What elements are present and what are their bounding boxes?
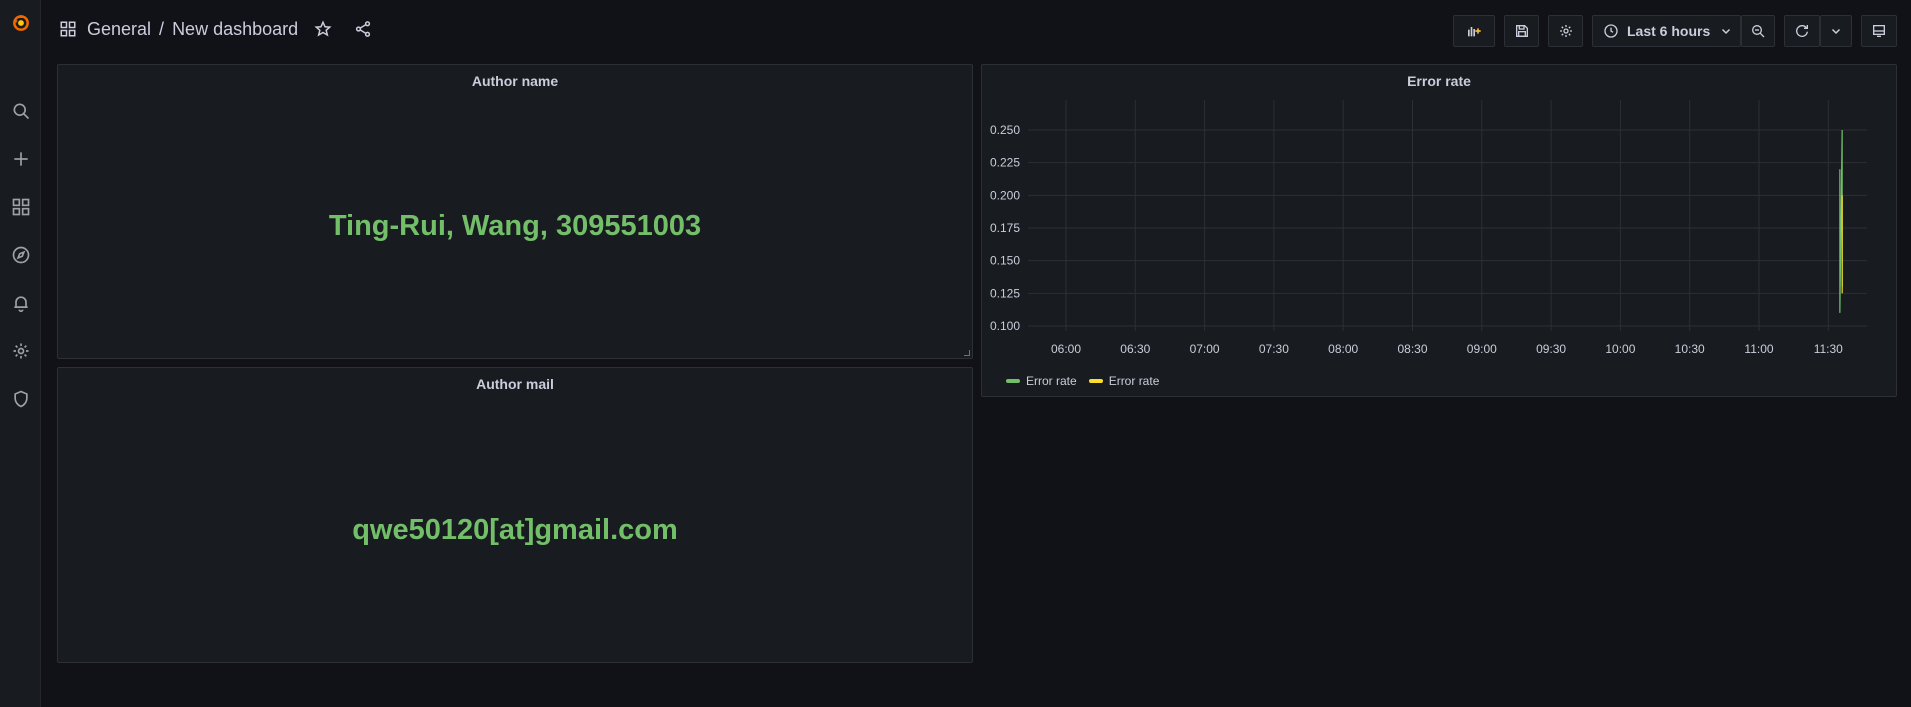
time-range-picker[interactable]: Last 6 hours — [1592, 15, 1741, 47]
legend-label: Error rate — [1026, 374, 1077, 388]
share-icon[interactable] — [352, 18, 374, 40]
x-tick-label: 06:30 — [1120, 342, 1150, 356]
panel-title[interactable]: Author name — [58, 73, 972, 89]
breadcrumb-folder[interactable]: General — [87, 19, 151, 40]
refresh-interval-dropdown[interactable] — [1820, 15, 1852, 47]
breadcrumb: General / New dashboard — [57, 18, 374, 40]
shield-icon[interactable] — [4, 382, 37, 415]
y-tick-label: 0.100 — [990, 319, 1020, 333]
time-range-label: Last 6 hours — [1627, 23, 1711, 39]
top-navbar: General / New dashboard Last 6 hours — [41, 0, 1911, 62]
dashboards-grid-icon — [57, 18, 79, 40]
y-tick-label: 0.175 — [990, 221, 1020, 235]
x-tick-label: 09:30 — [1536, 342, 1566, 356]
y-tick-label: 0.150 — [990, 254, 1020, 268]
x-tick-label: 06:00 — [1051, 342, 1081, 356]
sidebar — [0, 0, 41, 707]
legend-swatch — [1088, 379, 1103, 383]
breadcrumb-separator: / — [159, 18, 165, 39]
add-panel-button[interactable] — [1453, 15, 1495, 47]
author-name-value: Ting-Rui, Wang, 309551003 — [328, 210, 702, 242]
chart-legend: Error rate Error rate — [1006, 374, 1159, 388]
plus-icon[interactable] — [4, 142, 37, 175]
zoom-out-button[interactable] — [1741, 15, 1775, 47]
y-tick-label: 0.200 — [990, 188, 1020, 202]
dashboards-icon[interactable] — [4, 190, 37, 223]
grafana-logo-icon[interactable] — [4, 6, 37, 39]
dashboard-settings-button[interactable] — [1548, 15, 1583, 47]
panel-title[interactable]: Author mail — [58, 376, 972, 392]
x-tick-label: 07:30 — [1259, 342, 1289, 356]
x-tick-label: 10:30 — [1675, 342, 1705, 356]
author-name-panel[interactable]: Author name Ting-Rui, Wang, 309551003 — [57, 64, 973, 359]
y-tick-label: 0.225 — [990, 156, 1020, 170]
x-tick-label: 11:00 — [1744, 342, 1773, 356]
save-dashboard-button[interactable] — [1504, 15, 1539, 47]
x-tick-label: 09:00 — [1467, 342, 1497, 356]
dashboard-title[interactable]: New dashboard — [172, 19, 298, 40]
legend-item[interactable]: Error rate — [1006, 374, 1077, 388]
legend-swatch — [1006, 379, 1020, 383]
x-tick-label: 10:00 — [1605, 342, 1635, 356]
search-icon[interactable] — [4, 94, 37, 127]
x-tick-label: 07:00 — [1190, 342, 1220, 356]
legend-item[interactable]: Error rate — [1088, 374, 1160, 388]
author-mail-panel[interactable]: Author mail qwe50120[at]gmail.com — [57, 367, 973, 663]
chevron-down-icon — [1720, 25, 1732, 37]
x-tick-label: 08:00 — [1328, 342, 1358, 356]
y-tick-label: 0.125 — [990, 286, 1020, 300]
y-tick-label: 0.250 — [990, 123, 1020, 137]
x-tick-label: 08:30 — [1397, 342, 1427, 356]
explore-icon[interactable] — [4, 238, 37, 271]
star-icon[interactable] — [312, 18, 334, 40]
alerting-bell-icon[interactable] — [4, 286, 37, 319]
resize-handle[interactable] — [964, 350, 970, 356]
error-rate-chart: 06:00 06:30 07:00 07:30 08:00 08:30 09:00 09:30… — [990, 100, 1867, 356]
x-tick-label: 11:30 — [1814, 342, 1843, 356]
error-rate-panel[interactable]: Error rate 06:00 06:30 07:00 07:30 08:00 08:3… — [981, 64, 1897, 397]
clock-icon — [1603, 23, 1619, 39]
author-mail-value: qwe50120[at]gmail.com — [352, 514, 678, 546]
legend-label: Error rate — [1108, 374, 1160, 388]
tv-mode-button[interactable] — [1861, 15, 1897, 47]
gear-icon[interactable] — [4, 334, 37, 367]
refresh-button[interactable] — [1784, 15, 1820, 47]
